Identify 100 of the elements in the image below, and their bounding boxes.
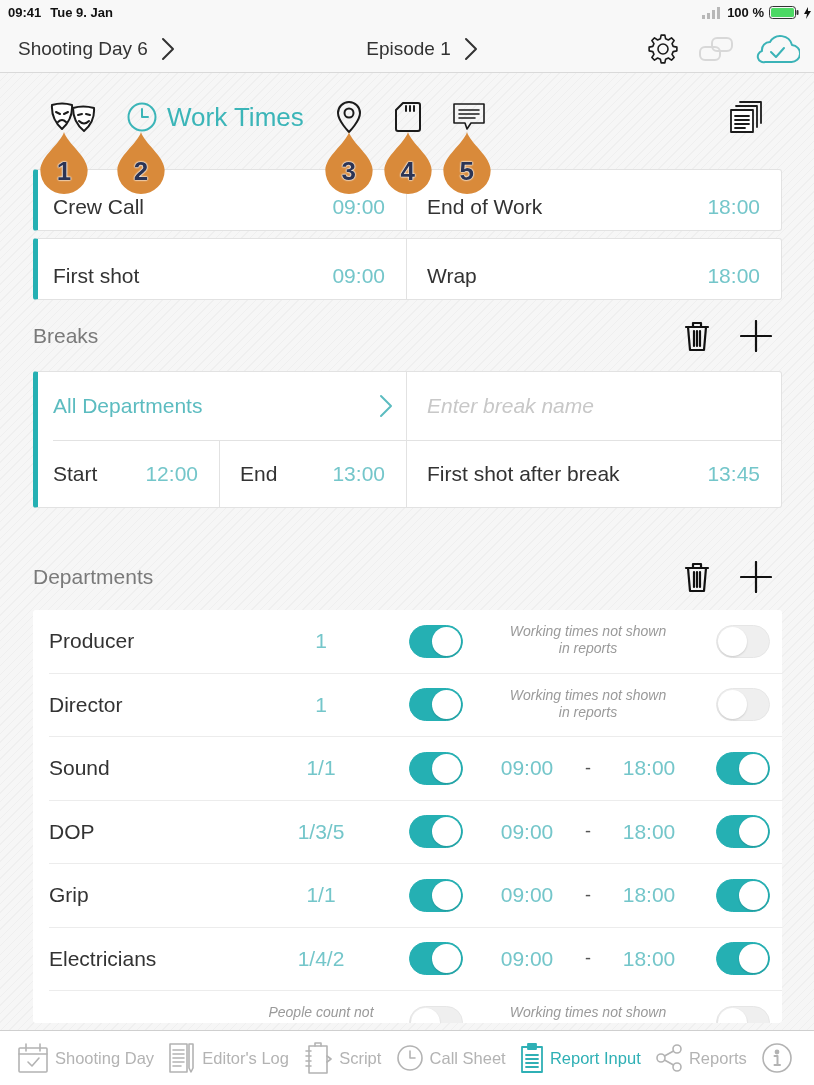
add-button[interactable] bbox=[740, 320, 772, 352]
people-count: 1 bbox=[314, 629, 328, 654]
time-value[interactable]: 12:00 bbox=[145, 461, 198, 486]
time-value[interactable]: 09:00 bbox=[332, 264, 385, 286]
tab-bar-item[interactable]: Call Sheet bbox=[396, 1038, 506, 1078]
time-label: First shot after break bbox=[427, 461, 620, 486]
time-value[interactable]: 09:00 bbox=[332, 195, 385, 217]
chevron-icon bbox=[379, 393, 393, 418]
end-time[interactable]: 18:00 bbox=[597, 819, 701, 844]
share-icon bbox=[655, 1044, 682, 1072]
people-count: 1/4/2 bbox=[296, 946, 346, 971]
charging-bolt-icon bbox=[804, 6, 811, 19]
toggle-switch[interactable] bbox=[409, 878, 463, 912]
people-count: 1/1 bbox=[305, 756, 337, 781]
document-pencil-icon bbox=[169, 1042, 196, 1074]
calendar-icon bbox=[18, 1043, 48, 1073]
time-separator: - bbox=[584, 821, 592, 843]
trash-icon bbox=[684, 561, 710, 593]
settings-icon bbox=[648, 33, 678, 64]
people-count: 1/1 bbox=[305, 883, 337, 908]
department-name: Producer bbox=[49, 629, 136, 654]
trash-icon bbox=[684, 320, 710, 352]
notebook-icon bbox=[304, 1042, 333, 1074]
toggle-switch[interactable] bbox=[716, 942, 770, 976]
time-label: First shot bbox=[53, 264, 140, 286]
breadcrumb-button[interactable]: Shooting Day 6 bbox=[18, 30, 175, 67]
start-time[interactable]: 09:00 bbox=[475, 819, 579, 844]
tab-bar-item[interactable]: Reports bbox=[655, 1038, 747, 1078]
section-title: Departments bbox=[33, 565, 154, 589]
toggle-switch[interactable] bbox=[409, 688, 463, 722]
toggle-switch[interactable] bbox=[409, 815, 463, 849]
settings-button[interactable] bbox=[648, 33, 678, 64]
time-label: Crew Call bbox=[53, 195, 144, 217]
tab-bar-item[interactable]: Report Input bbox=[520, 1038, 641, 1078]
note-text: Working times not shown in reports bbox=[508, 686, 668, 721]
plus-icon bbox=[740, 561, 772, 593]
add-button[interactable] bbox=[740, 561, 772, 593]
battery-icon bbox=[769, 6, 799, 19]
toggle-switch[interactable] bbox=[716, 751, 770, 785]
chevron-icon bbox=[160, 36, 175, 61]
time-separator: - bbox=[584, 757, 592, 779]
time-label: Wrap bbox=[427, 264, 477, 286]
sd-card-icon bbox=[393, 102, 422, 132]
start-time[interactable]: 09:00 bbox=[475, 946, 579, 971]
start-time[interactable]: 09:00 bbox=[475, 883, 579, 908]
speech-bubble-icon bbox=[452, 103, 485, 131]
cloud-check-icon bbox=[754, 33, 800, 64]
end-time[interactable]: 18:00 bbox=[597, 946, 701, 971]
cloud-sync-button[interactable] bbox=[754, 33, 800, 64]
section-title: Breaks bbox=[33, 324, 99, 348]
department-name: Electricians bbox=[49, 946, 158, 971]
section-tab[interactable] bbox=[334, 99, 363, 135]
clock-icon bbox=[396, 1045, 423, 1071]
department-name: Grip bbox=[49, 883, 90, 908]
toggle-switch[interactable] bbox=[716, 815, 770, 849]
tab-bar-item[interactable]: Script bbox=[304, 1038, 382, 1078]
section-tab[interactable] bbox=[393, 99, 422, 135]
department-name: Sound bbox=[49, 756, 111, 781]
note-text: Working times not shown bbox=[508, 1004, 668, 1021]
people-count: 1 bbox=[314, 692, 328, 717]
time-label: End of Work bbox=[427, 195, 543, 217]
clock-icon bbox=[127, 102, 157, 132]
battery-percentage: 100 % bbox=[727, 5, 764, 20]
status-time: 09:41 bbox=[8, 5, 42, 20]
time-value[interactable]: 13:00 bbox=[332, 461, 385, 486]
theater-masks-icon bbox=[50, 102, 96, 132]
breadcrumb-button[interactable]: Episode 1 bbox=[340, 30, 478, 67]
time-separator: - bbox=[584, 948, 592, 970]
time-value[interactable]: 13:45 bbox=[707, 461, 760, 486]
department-selector[interactable]: All Departments bbox=[38, 372, 406, 440]
time-value[interactable]: 18:00 bbox=[707, 195, 760, 217]
chain-icon bbox=[698, 35, 734, 62]
department-name: Director bbox=[49, 692, 124, 717]
people-count: 1/3/5 bbox=[296, 819, 346, 844]
section-tab[interactable]: Work Times bbox=[127, 99, 304, 135]
toggle-switch[interactable] bbox=[409, 751, 463, 785]
info-icon bbox=[761, 1043, 792, 1073]
end-time[interactable]: 18:00 bbox=[597, 883, 701, 908]
time-label: End bbox=[240, 461, 278, 486]
note-text: People count not bbox=[267, 1004, 375, 1021]
tab-bar-item[interactable]: Shooting Day bbox=[18, 1038, 155, 1078]
toggle-switch[interactable] bbox=[409, 624, 463, 658]
start-time[interactable]: 09:00 bbox=[475, 756, 579, 781]
note-text: Working times not shown in reports bbox=[508, 623, 668, 657]
time-separator: - bbox=[584, 884, 592, 906]
clipboard-icon bbox=[520, 1043, 543, 1073]
delete-button[interactable] bbox=[684, 561, 710, 593]
tab-bar-item[interactable]: Editor's Log bbox=[169, 1038, 289, 1078]
delete-button[interactable] bbox=[684, 320, 710, 352]
chevron-icon bbox=[463, 36, 478, 61]
time-value[interactable]: 18:00 bbox=[707, 264, 760, 286]
location-pin-icon bbox=[334, 101, 363, 133]
documents-icon bbox=[730, 101, 762, 133]
plus-icon bbox=[740, 320, 772, 352]
toggle-switch[interactable] bbox=[409, 942, 463, 976]
copy-button[interactable] bbox=[730, 101, 762, 133]
signal-icon bbox=[702, 6, 723, 19]
toggle-switch[interactable] bbox=[716, 878, 770, 912]
end-time[interactable]: 18:00 bbox=[597, 756, 701, 781]
status-date: Tue 9. Jan bbox=[50, 5, 113, 20]
